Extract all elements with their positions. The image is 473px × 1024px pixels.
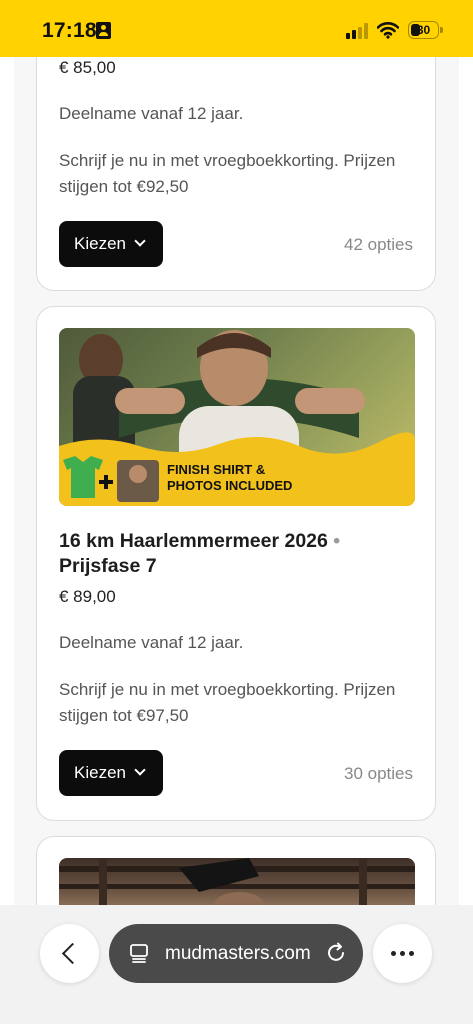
id-card-icon [96,22,111,39]
wifi-icon [377,22,399,39]
choose-button-label: Kiezen [74,763,126,782]
address-bar[interactable]: mudmasters.com [109,924,363,983]
event-photo-art [59,858,415,905]
options-count: 30 opties [344,764,413,783]
battery-icon: 30 [408,21,439,39]
event-title: 16 km Haarlemmermeer 2026 • Prijsfase 7 [59,529,419,579]
ticket-card [36,836,436,905]
event-photo[interactable]: FINISH SHIRT & PHOTOS INCLUDED [59,328,415,506]
title-separator: • [333,530,341,552]
back-button[interactable] [40,924,99,983]
svg-text:PHOTOS INCLUDED: PHOTOS INCLUDED [167,478,292,493]
chevron-down-icon [134,764,146,776]
page-content: € 85,00 Deelname vanaf 12 jaar. Schrijf … [14,57,459,905]
event-title-main: 16 km Haarlemmermeer 2026 [59,530,328,552]
back-chevron-icon [61,942,84,965]
more-button[interactable] [373,924,432,983]
choose-button[interactable]: Kiezen [59,221,163,267]
chevron-down-icon [134,235,146,247]
ticket-card: € 85,00 Deelname vanaf 12 jaar. Schrijf … [36,57,436,291]
age-note: Deelname vanaf 12 jaar. [59,104,244,123]
choose-button[interactable]: Kiezen [59,750,163,796]
battery-percent: 30 [416,23,431,37]
reload-icon[interactable] [325,942,347,964]
battery-cap [440,27,443,33]
options-count: 42 opties [344,235,413,254]
ticket-price: € 89,00 [59,587,116,606]
browser-toolbar: mudmasters.com [0,905,473,1024]
ticket-card: FINISH SHIRT & PHOTOS INCLUDED 16 km Haa… [36,306,436,821]
page-icon [130,944,148,963]
more-dots-icon [391,951,415,956]
status-bar: 17:18 30 [0,0,473,57]
ticket-price: € 85,00 [59,58,116,77]
age-note: Deelname vanaf 12 jaar. [59,633,244,652]
signal-icon [346,23,370,39]
event-photo[interactable] [59,858,415,905]
event-photo-art: FINISH SHIRT & PHOTOS INCLUDED [59,330,415,506]
ticket-description: Schrijf je nu in met vroegboekkorting. P… [59,680,396,725]
url-text: mudmasters.com [165,943,311,964]
status-time: 17:18 [42,19,97,42]
event-title-phase: Prijsfase 7 [59,555,157,577]
choose-button-label: Kiezen [74,234,126,253]
svg-text:FINISH SHIRT &: FINISH SHIRT & [167,462,265,477]
ticket-description: Schrijf je nu in met vroegboekkorting. P… [59,151,396,196]
